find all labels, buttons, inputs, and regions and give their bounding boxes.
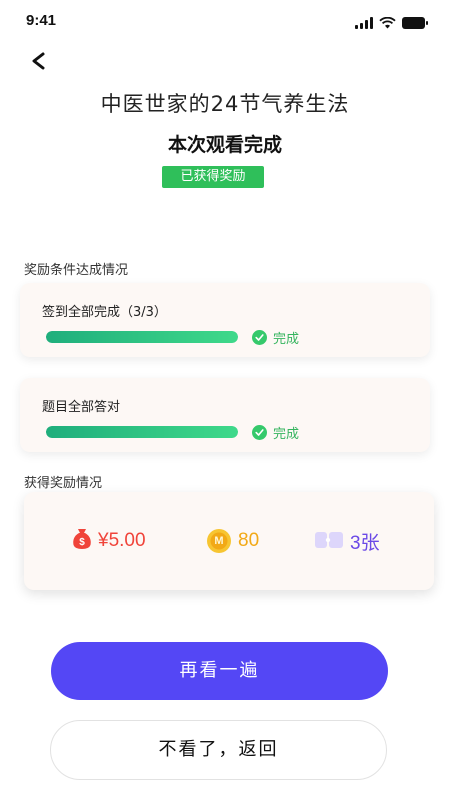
cash-reward: $ ¥5.00 (72, 528, 146, 554)
conditions-section-label: 奖励条件达成情况 (24, 263, 129, 278)
progress-bar (46, 426, 238, 438)
done-status: 完成 (252, 328, 299, 347)
back-button[interactable] (30, 46, 60, 76)
back-arrow-icon (30, 48, 48, 76)
watch-status: 本次观看完成 (167, 134, 282, 156)
progress-fill (46, 426, 238, 438)
done-status: 完成 (252, 423, 299, 442)
check-icon (252, 330, 267, 345)
progress-bar (46, 331, 238, 343)
signal-icon (355, 14, 373, 33)
condition-card-quiz: 题目全部答对 完成 (20, 378, 430, 452)
coin-reward: M 80 (206, 528, 259, 554)
done-text: 完成 (273, 332, 300, 347)
cash-amount: ¥5.00 (98, 530, 146, 551)
svg-text:$: $ (79, 537, 85, 548)
status-bar: 9:41 (0, 0, 450, 44)
back-return-button[interactable]: 不看了，返回 (50, 720, 387, 780)
done-text: 完成 (273, 427, 300, 442)
rewards-section-label: 获得奖励情况 (24, 476, 103, 491)
progress-fill (46, 331, 238, 343)
ticket-reward: 3张 (314, 528, 380, 555)
battery-icon (402, 14, 428, 33)
wifi-icon (379, 14, 396, 33)
ticket-icon (314, 531, 344, 553)
coin-amount: 80 (238, 530, 260, 551)
reward-summary-card: $ ¥5.00 M 80 3张 (24, 492, 434, 590)
rewatch-button[interactable]: 再看一遍 (51, 642, 388, 700)
condition-title: 签到全部完成（3/3） (42, 305, 167, 320)
status-icons (355, 14, 428, 33)
page-title: 中医世家的24节气养生法 (100, 92, 350, 116)
ticket-amount: 3张 (350, 533, 380, 554)
coin-glyph: M (214, 535, 224, 547)
reward-badge: 已获得奖励 (162, 166, 264, 188)
condition-card-checkin: 签到全部完成（3/3） 完成 (20, 283, 430, 357)
money-bag-icon: $ (72, 528, 92, 554)
check-icon (252, 425, 267, 440)
status-time: 9:41 (26, 12, 57, 29)
coin-icon: M (206, 528, 232, 554)
condition-title: 题目全部答对 (42, 400, 121, 415)
